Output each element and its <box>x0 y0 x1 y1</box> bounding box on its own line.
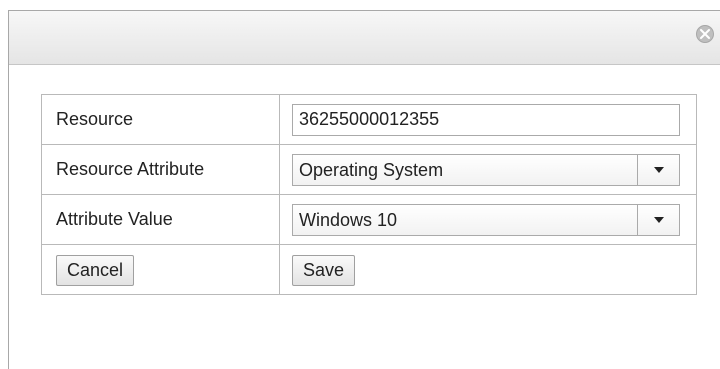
attribute-value-select[interactable]: Windows 10 <box>292 203 680 236</box>
chevron-down-icon[interactable] <box>637 204 679 235</box>
resource-field-cell <box>279 94 697 145</box>
cancel-button[interactable]: Cancel <box>56 255 135 286</box>
resource-attribute-select[interactable]: Operating System <box>292 153 680 186</box>
chevron-down-icon[interactable] <box>637 154 679 185</box>
resource-attribute-field-cell: Operating System <box>279 144 697 195</box>
dialog-titlebar[interactable] <box>9 11 720 65</box>
resource-input[interactable] <box>292 103 680 136</box>
form-row-resource-attribute: Resource Attribute Operating System <box>41 144 697 195</box>
attribute-value-field-cell: Windows 10 <box>279 194 697 245</box>
form-row-resource: Resource <box>41 94 697 145</box>
resource-label: Resource <box>41 94 280 145</box>
resource-form: Resource Resource Attribute Operating Sy… <box>41 94 697 295</box>
attribute-value-label: Attribute Value <box>41 194 280 245</box>
resource-attribute-label: Resource Attribute <box>41 144 280 195</box>
form-row-actions: Cancel Save <box>41 244 697 295</box>
cancel-cell: Cancel <box>41 244 280 295</box>
save-cell: Save <box>279 244 697 295</box>
close-icon[interactable] <box>696 25 714 43</box>
dialog: Resource Resource Attribute Operating Sy… <box>8 10 720 369</box>
resource-attribute-value: Operating System <box>299 159 444 180</box>
save-button[interactable]: Save <box>292 255 356 286</box>
form-row-attribute-value: Attribute Value Windows 10 <box>41 194 697 245</box>
attribute-value-value: Windows 10 <box>299 209 398 230</box>
